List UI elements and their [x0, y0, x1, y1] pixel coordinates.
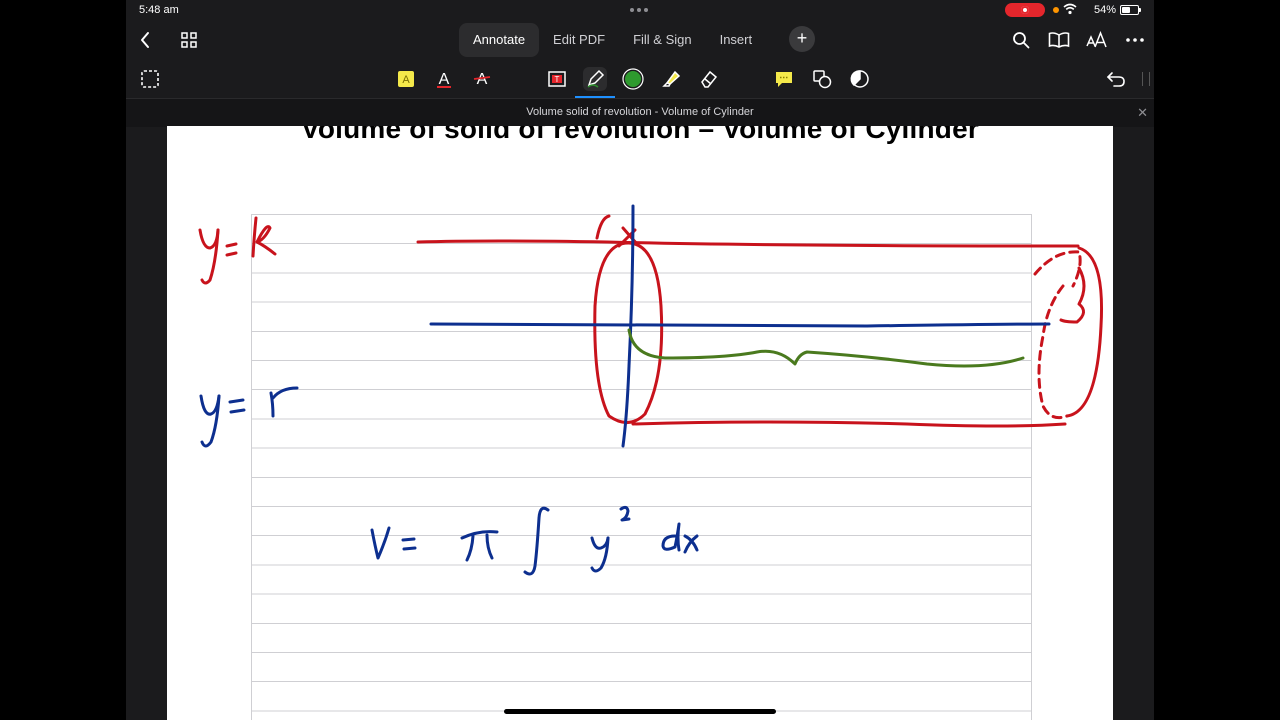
search-icon[interactable]: [1008, 28, 1034, 52]
green-curve: [627, 328, 1025, 368]
text-box-icon[interactable]: T: [545, 67, 569, 91]
grid-view-icon[interactable]: [176, 28, 202, 52]
screen-recording-icon[interactable]: [1005, 3, 1045, 17]
svg-text:A: A: [439, 71, 450, 88]
pdf-page[interactable]: Volume of solid of revolution – Volume o…: [167, 126, 1113, 720]
color-picker-icon[interactable]: [621, 67, 645, 91]
wifi-icon: [1063, 3, 1077, 15]
tab-edit-pdf[interactable]: Edit PDF: [539, 23, 619, 57]
mic-indicator-icon: [1053, 7, 1059, 13]
ipad-screen: 5:48 am 54% Annotate Edit PDF Fill & Sig…: [126, 0, 1154, 720]
document-title: Volume solid of revolution - Volume of C…: [526, 106, 754, 118]
more-options-icon[interactable]: [1122, 28, 1148, 52]
tab-fill-sign[interactable]: Fill & Sign: [619, 23, 706, 57]
navigation-bar: Annotate Edit PDF Fill & Sign Insert +: [126, 20, 1154, 60]
undo-icon[interactable]: [1104, 67, 1128, 91]
status-time: 5:48 am: [139, 4, 179, 16]
svg-text:A: A: [477, 71, 488, 88]
red-cylinder-drawing: [416, 214, 1103, 428]
back-chevron-icon[interactable]: [132, 28, 158, 52]
highlight-color-icon[interactable]: A: [394, 67, 418, 91]
svg-text:T: T: [555, 75, 560, 84]
svg-text:A: A: [402, 74, 410, 86]
blue-handwriting-formula: [370, 505, 699, 576]
home-indicator[interactable]: [504, 709, 776, 714]
red-handwriting-y-equals-k: [198, 216, 277, 285]
tab-insert[interactable]: Insert: [706, 23, 767, 57]
highlighter-icon[interactable]: [659, 67, 683, 91]
multitasking-dots-icon[interactable]: [630, 8, 648, 12]
text-color-icon[interactable]: A: [432, 67, 456, 91]
battery-icon: [1120, 5, 1141, 15]
tab-annotate[interactable]: Annotate: [459, 23, 540, 57]
text-size-icon[interactable]: [1084, 28, 1110, 52]
pen-icon[interactable]: [575, 67, 615, 98]
stamp-icon[interactable]: [848, 67, 872, 91]
add-button[interactable]: +: [789, 26, 815, 52]
status-bar: 5:48 am 54%: [126, 0, 1154, 20]
blue-handwriting-y-equals-r: [199, 386, 299, 448]
strikethrough-icon[interactable]: A: [470, 67, 494, 91]
comment-icon[interactable]: [772, 67, 796, 91]
close-icon[interactable]: ✕: [1137, 105, 1148, 121]
mode-tabs: Annotate Edit PDF Fill & Sign Insert: [459, 23, 766, 57]
toolbar-divider: [1142, 72, 1150, 86]
reader-mode-icon[interactable]: [1046, 28, 1072, 52]
shapes-icon[interactable]: [810, 67, 834, 91]
annotation-toolbar: A A A T: [126, 60, 1154, 98]
handwritten-annotations: [198, 204, 1103, 576]
select-icon[interactable]: [138, 67, 162, 91]
battery-percent: 54%: [1094, 4, 1117, 16]
document-title-bar: Volume solid of revolution - Volume of C…: [126, 98, 1154, 127]
eraser-icon[interactable]: [697, 67, 721, 91]
